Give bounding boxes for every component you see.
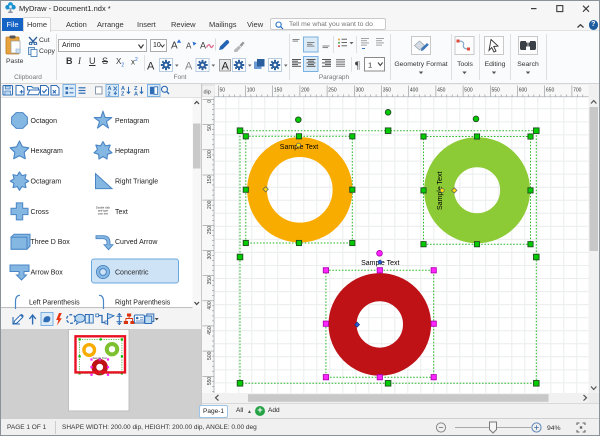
svg-text:Text: Text: [115, 209, 128, 216]
svg-text:Octagram: Octagram: [31, 179, 62, 186]
svg-text:Right Triangle: Right Triangle: [115, 179, 158, 186]
svg-text:550: 550: [492, 88, 501, 94]
svg-text:250: 250: [207, 226, 213, 235]
svg-text:your text: your text: [98, 211, 108, 215]
svg-text:500: 500: [207, 351, 213, 360]
svg-text:650: 650: [546, 88, 555, 94]
svg-text:Arrow Box: Arrow Box: [31, 269, 64, 276]
svg-text:150: 150: [274, 88, 283, 94]
svg-text:Left Parenthesis: Left Parenthesis: [29, 300, 80, 307]
svg-text:A: A: [200, 41, 206, 51]
svg-text:A: A: [186, 42, 192, 51]
svg-text:400: 400: [410, 88, 419, 94]
svg-text:dip: dip: [204, 90, 211, 96]
svg-text:700: 700: [573, 88, 582, 94]
svg-text:250: 250: [328, 88, 337, 94]
svg-text:300: 300: [207, 251, 213, 260]
svg-text:500: 500: [464, 88, 473, 94]
svg-text:Right Parenthesis: Right Parenthesis: [115, 300, 171, 307]
svg-text:Heptagram: Heptagram: [115, 148, 150, 155]
svg-text:0: 0: [207, 100, 213, 103]
svg-text:200: 200: [301, 88, 310, 94]
svg-text:100: 100: [207, 150, 213, 159]
svg-text:¶: ¶: [355, 60, 360, 72]
svg-text:350: 350: [207, 276, 213, 285]
svg-text:200: 200: [207, 200, 213, 209]
svg-text:450: 450: [207, 326, 213, 335]
svg-text:50: 50: [220, 88, 226, 94]
svg-text:A: A: [185, 61, 193, 73]
svg-text:1: 1: [368, 61, 372, 70]
svg-text:A: A: [222, 61, 230, 73]
svg-text:Concentric: Concentric: [115, 269, 149, 276]
svg-text:600: 600: [519, 88, 528, 94]
svg-text:550: 550: [207, 377, 213, 386]
svg-text:Curved Arrow: Curved Arrow: [115, 239, 158, 246]
svg-text:Octagon: Octagon: [31, 118, 58, 125]
svg-text:94%: 94%: [547, 425, 561, 432]
svg-text:Hexagram: Hexagram: [31, 148, 63, 155]
svg-text:Sample Text: Sample Text: [93, 356, 108, 360]
svg-text:50: 50: [207, 125, 213, 131]
svg-text:Pentagram: Pentagram: [115, 118, 149, 125]
svg-text:400: 400: [207, 301, 213, 310]
svg-text:100: 100: [247, 88, 256, 94]
svg-text:A: A: [171, 41, 178, 52]
svg-text:150: 150: [207, 175, 213, 184]
svg-text:A: A: [147, 61, 155, 73]
svg-text:450: 450: [437, 88, 446, 94]
svg-text:300: 300: [356, 88, 365, 94]
svg-text:350: 350: [383, 88, 392, 94]
svg-text:Three D Box: Three D Box: [31, 239, 71, 246]
svg-text:Cross: Cross: [31, 209, 50, 216]
